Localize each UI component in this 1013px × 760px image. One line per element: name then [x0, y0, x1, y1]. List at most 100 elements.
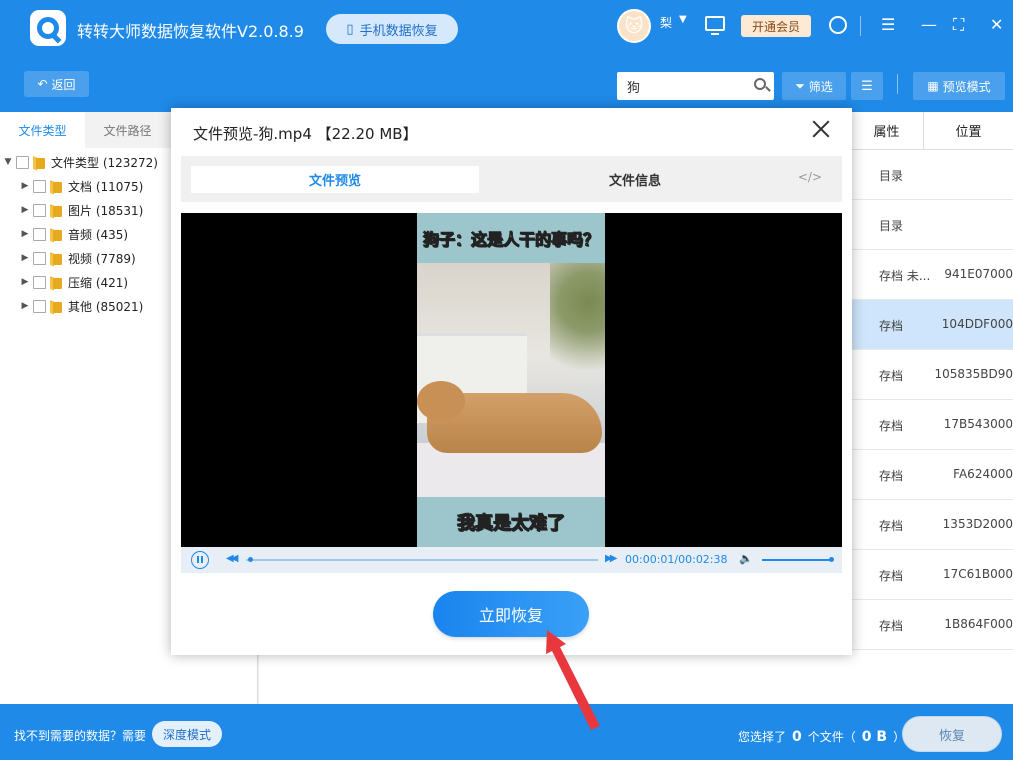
vip-button[interactable]: 开通会员 — [741, 15, 811, 37]
preview-mode-button[interactable]: ▦ 预览模式 — [913, 72, 1005, 100]
checkbox[interactable] — [16, 155, 29, 169]
tab-file-type[interactable]: 文件类型 — [0, 112, 85, 148]
phone-recovery-label: 手机数据恢复 — [359, 23, 438, 39]
rewind-icon[interactable]: ◀◀ — [226, 553, 239, 564]
monitor-icon[interactable] — [705, 16, 725, 35]
close-window-icon[interactable]: ✕ — [990, 17, 1003, 33]
toolbar: ↶ 返回 狗 ⏷ 筛选 ☰ ▦ 预览模式 — [0, 58, 1013, 112]
time-display: 00:00:01/00:02:38 — [625, 553, 728, 566]
folder-icon — [50, 252, 64, 265]
column-header-attr[interactable]: 属性 — [849, 112, 923, 150]
tree-node-label: 文件类型 (123272) — [51, 155, 158, 170]
code-icon[interactable]: </> — [798, 170, 822, 184]
deep-mode-button[interactable]: 深度模式 — [152, 721, 222, 747]
folder-icon — [33, 156, 47, 169]
caret-down-icon[interactable]: ▼ — [3, 157, 13, 167]
cell-attr: 存档 — [879, 469, 904, 483]
selected-mid: 个文件（ — [807, 730, 856, 744]
folder-icon — [50, 204, 64, 217]
tree-node-label: 文档 (11075) — [68, 179, 144, 194]
list-search-button[interactable]: ☰ — [851, 72, 883, 100]
bottom-bar: 找不到需要的数据？需要 深度模式 您选择了 0 个文件（ 0 B ） 恢复 — [0, 704, 1013, 760]
file-preview-dialog: 文件预览-狗.mp4 【22.20 MB】 文件预览 文件信息 </> 狗子：这… — [171, 108, 852, 655]
search-input[interactable]: 狗 — [617, 72, 774, 100]
caret-right-icon[interactable]: ▶ — [20, 253, 30, 263]
fast-forward-icon[interactable]: ▶▶ — [605, 553, 618, 564]
volume-slider[interactable] — [762, 557, 834, 562]
video-player[interactable]: 狗子：这是人干的事吗？ 我真是太难了 ◀◀ ▶▶ 00:00:01/00:02:… — [181, 213, 842, 573]
menu-icon[interactable]: ☰ — [881, 17, 895, 33]
checkbox[interactable] — [33, 203, 46, 217]
caret-right-icon[interactable]: ▶ — [20, 181, 30, 191]
cell-position: 1353D2000 — [942, 517, 1013, 531]
caret-right-icon[interactable]: ▶ — [20, 229, 30, 239]
video-caption-top: 狗子：这是人干的事吗？ — [417, 213, 605, 263]
phone-recovery-button[interactable]: ▯ 手机数据恢复 — [326, 14, 458, 44]
username[interactable]: 梨 — [660, 14, 672, 31]
cell-attr: 目录 — [879, 169, 904, 183]
minimize-icon[interactable]: — — [921, 17, 937, 33]
cell-attr: 存档 — [879, 519, 904, 533]
search-value: 狗 — [627, 80, 641, 96]
checkbox[interactable] — [33, 299, 46, 313]
checkbox[interactable] — [33, 179, 46, 193]
progress-bar[interactable] — [246, 557, 598, 562]
back-label: 返回 — [51, 77, 76, 92]
restore-now-button[interactable]: 立即恢复 — [433, 591, 589, 637]
cell-attr: 目录 — [879, 219, 904, 233]
dialog-tabs: 文件预览 文件信息 </> — [181, 156, 842, 202]
caret-right-icon[interactable]: ▶ — [20, 205, 30, 215]
dog-head-image — [417, 381, 465, 421]
column-header-position[interactable]: 位置 — [923, 112, 1013, 150]
back-icon: ↶ — [37, 77, 48, 91]
folder-icon — [50, 300, 64, 313]
filter-button[interactable]: ⏷ 筛选 — [782, 72, 846, 100]
cell-position: 941E07000 — [944, 267, 1013, 281]
divider — [860, 16, 861, 36]
cell-position: 104DDF000 — [941, 317, 1013, 331]
cell-position: 105835BD90 — [934, 367, 1013, 381]
checkbox[interactable] — [33, 251, 46, 265]
caret-right-icon[interactable]: ▶ — [20, 277, 30, 287]
phone-icon: ▯ — [346, 21, 354, 37]
divider — [897, 74, 898, 94]
video-frame[interactable]: 狗子：这是人干的事吗？ 我真是太难了 — [417, 213, 605, 547]
cell-attr: 存档 — [879, 569, 904, 583]
tab-file-path[interactable]: 文件路径 — [85, 112, 170, 148]
pause-icon[interactable] — [191, 551, 209, 569]
checkbox[interactable] — [33, 275, 46, 289]
app-title: 转转大师数据恢复软件V2.0.8.9 — [77, 22, 304, 41]
list-search-icon: ☰ — [861, 78, 873, 94]
progress-handle[interactable] — [248, 557, 254, 562]
tab-file-preview[interactable]: 文件预览 — [191, 166, 479, 193]
plant-image — [550, 263, 605, 393]
folder-icon — [50, 180, 64, 193]
recover-button[interactable]: 恢复 — [902, 716, 1002, 752]
tree-node-label: 图片 (18531) — [68, 203, 144, 218]
player-controls: ◀◀ ▶▶ 00:00:01/00:02:38 🔈 — [181, 547, 842, 573]
folder-icon — [50, 276, 64, 289]
cell-position: 1B864F000 — [944, 617, 1013, 631]
avatar[interactable]: 🐱 — [617, 9, 651, 43]
cell-position: FA624000 — [953, 467, 1013, 481]
volume-icon[interactable]: 🔈 — [739, 552, 753, 565]
tree-node-label: 压缩 (421) — [68, 275, 129, 290]
maximize-icon[interactable]: ⛶ — [953, 17, 964, 33]
search-icon[interactable] — [754, 78, 766, 90]
support-icon[interactable] — [829, 16, 847, 34]
tree-node-label: 其他 (85021) — [68, 299, 144, 314]
folder-icon — [50, 228, 64, 241]
tab-file-info[interactable]: 文件信息 — [491, 166, 779, 193]
cell-attr: 存档 — [879, 619, 904, 633]
video-scene-image — [417, 263, 605, 497]
close-icon[interactable] — [812, 120, 830, 138]
dialog-title: 文件预览-狗.mp4 【22.20 MB】 — [193, 125, 418, 143]
selection-summary: 您选择了 0 个文件（ 0 B ） — [738, 728, 905, 745]
selected-prefix: 您选择了 — [738, 730, 787, 744]
chevron-down-icon[interactable]: ▼ — [679, 14, 687, 25]
checkbox[interactable] — [33, 227, 46, 241]
back-button[interactable]: ↶ 返回 — [24, 71, 89, 97]
cell-position: 17C61B000 — [942, 567, 1013, 581]
caret-right-icon[interactable]: ▶ — [20, 301, 30, 311]
grid-icon: ▦ — [927, 79, 939, 93]
